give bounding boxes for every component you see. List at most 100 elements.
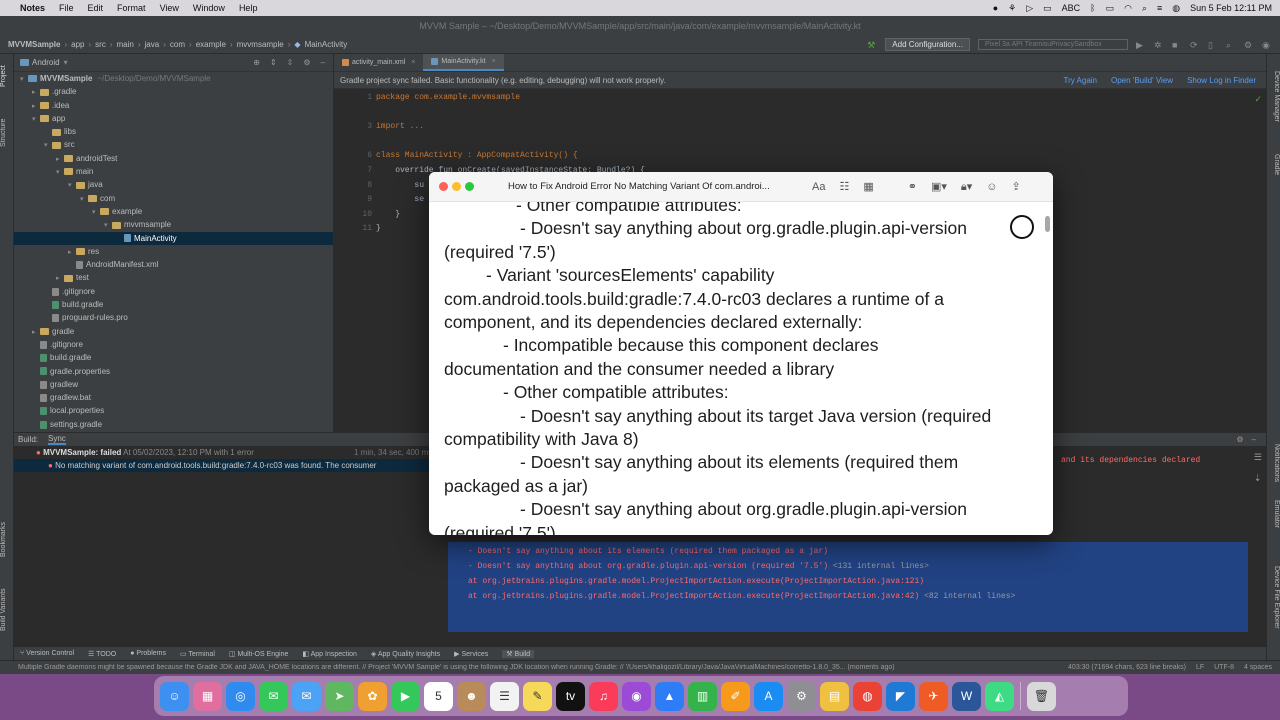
- record-icon[interactable]: ●: [993, 3, 998, 13]
- tab-activity-main-xml[interactable]: activity_main.xml ×: [334, 54, 423, 71]
- breadcrumb-item[interactable]: app: [71, 40, 84, 49]
- input-source[interactable]: ABC: [1062, 3, 1081, 13]
- tab-notifications[interactable]: Notifications: [1266, 438, 1280, 488]
- tab-device-file-explorer[interactable]: Device File Explorer: [1266, 554, 1280, 640]
- ipa-tool-icon[interactable]: ▤: [820, 681, 849, 711]
- tree-item[interactable]: gradle.properties: [14, 365, 333, 378]
- chevron-down-icon[interactable]: ▾: [44, 139, 52, 152]
- tree-item[interactable]: libs: [14, 125, 333, 138]
- chevron-down-icon[interactable]: ▾: [32, 113, 40, 126]
- play-circle-icon[interactable]: ▷: [1026, 3, 1033, 14]
- tab-structure[interactable]: Structure: [0, 108, 14, 158]
- tab-sync[interactable]: Sync: [48, 434, 66, 445]
- tab-emulator[interactable]: Emulator: [1266, 494, 1280, 534]
- safari-icon[interactable]: ◎: [226, 681, 255, 711]
- collapse-all-icon[interactable]: ⇳: [287, 58, 294, 67]
- tree-item[interactable]: ▾ com: [14, 192, 333, 205]
- pages-icon[interactable]: ✐: [721, 681, 750, 711]
- tv-icon[interactable]: tv: [556, 681, 585, 711]
- vscode-icon[interactable]: ◤: [886, 681, 915, 711]
- chevron-right-icon[interactable]: ▸: [56, 272, 64, 285]
- word-icon[interactable]: W: [952, 681, 981, 711]
- chevron-down-icon[interactable]: ▾: [80, 193, 88, 206]
- photos-icon[interactable]: ✿: [358, 681, 387, 711]
- scroll-end-icon[interactable]: ⇣: [1254, 473, 1262, 484]
- tree-item[interactable]: .gitignore: [14, 285, 333, 298]
- breadcrumb-item[interactable]: src: [95, 40, 106, 49]
- search-everywhere-icon[interactable]: ⌕: [1226, 40, 1236, 50]
- show-log-link[interactable]: Show Log in Finder: [1187, 76, 1256, 85]
- settings-icon[interactable]: ⚙: [1244, 40, 1254, 50]
- android-studio-icon[interactable]: ◭: [985, 681, 1014, 711]
- minimize-window-button[interactable]: [452, 182, 461, 191]
- menu-file[interactable]: File: [59, 3, 74, 13]
- tool-tab-version-control[interactable]: ⑂ Version Control: [20, 650, 74, 657]
- tree-item[interactable]: build.gradle: [14, 298, 333, 311]
- screen-icon[interactable]: ▭: [1043, 3, 1052, 14]
- table-icon[interactable]: ▦: [863, 180, 873, 193]
- share-icon[interactable]: ⇪: [1012, 180, 1021, 193]
- tab-main-activity-kt[interactable]: MainActivity.kt ×: [423, 54, 504, 71]
- tree-item[interactable]: ▾ java: [14, 178, 333, 191]
- app-store-icon[interactable]: A: [754, 681, 783, 711]
- tree-item[interactable]: ▸ gradle: [14, 325, 333, 338]
- tab-project[interactable]: Project: [0, 58, 14, 94]
- caret-position[interactable]: 403:30 (71694 chars, 623 line breaks): [1068, 664, 1186, 671]
- minimize-icon[interactable]: –: [321, 58, 325, 67]
- tab-bookmarks[interactable]: Bookmarks: [0, 514, 14, 564]
- podcasts-icon[interactable]: ◉: [622, 681, 651, 711]
- close-icon[interactable]: ×: [411, 59, 415, 66]
- close-window-button[interactable]: [439, 182, 448, 191]
- numbers-icon[interactable]: ▥: [688, 681, 717, 711]
- siri-icon[interactable]: ◍: [1172, 3, 1180, 14]
- tree-item[interactable]: ▸ .idea: [14, 99, 333, 112]
- tree-item[interactable]: gradlew.bat: [14, 391, 333, 404]
- chevron-right-icon[interactable]: ▸: [32, 100, 40, 113]
- stop-icon[interactable]: ■: [1172, 40, 1182, 50]
- clock[interactable]: Sun 5 Feb 12:11 PM: [1190, 3, 1272, 13]
- line-separator[interactable]: LF: [1196, 664, 1204, 671]
- postman-icon[interactable]: ✈: [919, 681, 948, 711]
- tool-tab-problems[interactable]: ● Problems: [130, 650, 166, 657]
- status-message[interactable]: Multiple Gradle daemons might be spawned…: [18, 664, 998, 671]
- file-encoding[interactable]: UTF-8: [1214, 664, 1234, 671]
- tool-tab-build[interactable]: ⚒ Build: [502, 649, 535, 658]
- indent-setting[interactable]: 4 spaces: [1244, 664, 1272, 671]
- breadcrumb-item[interactable]: MainActivity: [305, 40, 348, 49]
- launchpad-icon[interactable]: ▦: [193, 681, 222, 711]
- close-icon[interactable]: ×: [492, 58, 496, 65]
- build-error-row[interactable]: ● No matching variant of com.android.too…: [14, 459, 434, 472]
- project-view-selector[interactable]: Android: [32, 58, 60, 67]
- menu-help[interactable]: Help: [239, 3, 258, 13]
- chevron-down-icon[interactable]: ▾: [104, 219, 112, 232]
- bluetooth-icon[interactable]: ᛒ: [1090, 3, 1095, 13]
- tree-item[interactable]: ▸ .gradle: [14, 85, 333, 98]
- tool-tab-todo[interactable]: ☰ TODO: [88, 650, 116, 658]
- chrome-icon[interactable]: ◍: [853, 681, 882, 711]
- facetime-icon[interactable]: ▶: [391, 681, 420, 711]
- note-body[interactable]: - Other compatible attributes: - Doesn't …: [429, 202, 1053, 535]
- mail-icon[interactable]: ✉: [292, 681, 321, 711]
- menu-view[interactable]: View: [160, 3, 179, 13]
- system-settings-icon[interactable]: ⚙: [787, 681, 816, 711]
- tree-item[interactable]: gradlew: [14, 378, 333, 391]
- menu-window[interactable]: Window: [193, 3, 225, 13]
- tab-device-manager[interactable]: Device Manager: [1266, 64, 1280, 128]
- tool-tab-services[interactable]: ▶ Services: [454, 650, 488, 658]
- debug-icon[interactable]: ✲: [1154, 40, 1164, 50]
- tree-item[interactable]: proguard-rules.pro: [14, 311, 333, 324]
- build-console-output[interactable]: - Doesn't say anything about its element…: [448, 542, 1248, 632]
- breadcrumb-item[interactable]: MVVMSample: [8, 40, 60, 49]
- zoom-window-button[interactable]: [465, 182, 474, 191]
- tree-item[interactable]: ▸ res: [14, 245, 333, 258]
- menu-edit[interactable]: Edit: [88, 3, 104, 13]
- keynote-icon[interactable]: ▲: [655, 681, 684, 711]
- format-button[interactable]: Aa: [812, 181, 825, 193]
- gamepad-icon[interactable]: ⚘: [1008, 3, 1016, 14]
- breadcrumb-item[interactable]: java: [145, 40, 160, 49]
- tool-tab-terminal[interactable]: ▭ Terminal: [180, 650, 215, 658]
- tree-item[interactable]: local.properties: [14, 404, 333, 417]
- maps-icon[interactable]: ➤: [325, 681, 354, 711]
- breadcrumb-item[interactable]: com: [170, 40, 185, 49]
- tab-gradle[interactable]: Gradle: [1266, 150, 1280, 180]
